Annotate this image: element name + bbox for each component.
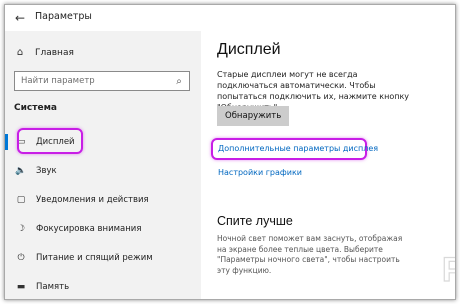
watermark-logo: Posuda.Ru [441,250,456,289]
window-title: Параметры [35,11,92,22]
back-arrow-icon[interactable]: ← [5,5,35,31]
speaker-icon: 🔈 [15,165,27,176]
sidebar-item-home[interactable]: ⌂ Главная [13,47,74,58]
notification-icon: ▢ [16,194,26,205]
moon-icon: ☽ [16,223,26,234]
detect-button[interactable]: Обнаружить [217,106,290,126]
storage-icon: ▬ [16,281,26,292]
sidebar-item-label: Дисплей [36,136,75,147]
sidebar-item-display[interactable]: ▭ Дисплей [5,127,201,156]
power-icon: ⏻ [17,252,25,263]
sidebar-item-label: Питание и спящий режим [36,252,153,263]
sidebar-item-label: Уведомления и действия [36,194,149,205]
search-icon[interactable]: ⌕ [169,76,189,87]
sleep-better-heading: Спите лучше [217,214,293,228]
home-icon: ⌂ [16,47,24,58]
monitor-icon: ▭ [16,136,26,147]
active-indicator [5,134,8,150]
sidebar-item-storage[interactable]: ▬ Память [5,272,201,299]
svg-text:Posuda.Ru: Posuda.Ru [442,251,456,289]
sidebar-item-label: Память [36,281,70,292]
sidebar-item-label: Главная [35,47,74,58]
sleep-better-description: Ночной свет поможет вам заснуть, отображ… [217,234,403,275]
sidebar: ⌂ Главная Найти параметр ⌕ Система ▭ Дис… [5,31,201,299]
settings-window: ← Параметры — ☐ ✕ ⌂ Главная Найти параме… [4,4,456,300]
sidebar-item-notifications[interactable]: ▢ Уведомления и действия [5,185,201,214]
sidebar-nav: ▭ Дисплей 🔈 Звук ▢ Уведомления и действи… [5,127,201,299]
sidebar-item-label: Фокусировка внимания [36,223,142,234]
search-input[interactable]: Найти параметр ⌕ [14,71,190,91]
main-content: Дисплей Старые дисплеи могут не всегда п… [201,5,455,299]
sidebar-item-focus[interactable]: ☽ Фокусировка внимания [5,214,201,243]
sidebar-item-power[interactable]: ⏻ Питание и спящий режим [5,243,201,272]
page-title: Дисплей [217,41,281,58]
sidebar-item-label: Звук [36,165,57,176]
search-placeholder: Найти параметр [21,76,95,86]
graphics-settings-link[interactable]: Настройки графики [218,168,302,177]
advanced-display-link[interactable]: Дополнительные параметры дисплея [218,144,378,153]
section-title: Система [14,103,57,113]
sidebar-item-sound[interactable]: 🔈 Звук [5,156,201,185]
